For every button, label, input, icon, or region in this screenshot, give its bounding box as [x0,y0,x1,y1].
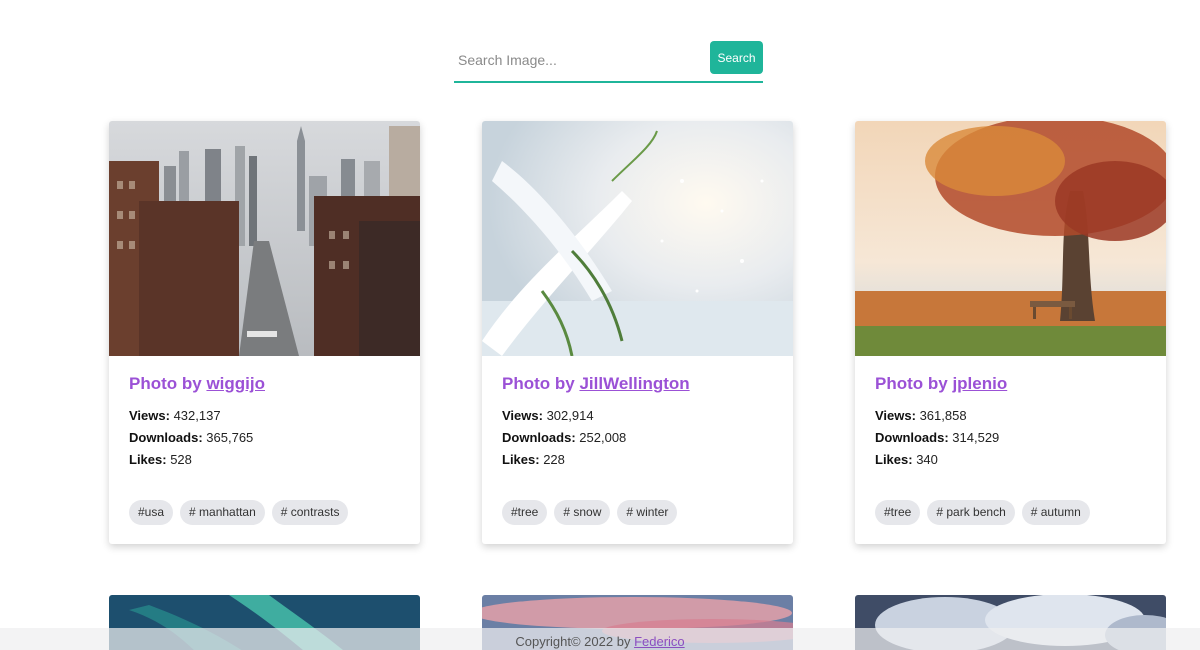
views-value: 361,858 [919,408,967,423]
search-bar: Search [454,40,763,84]
likes-value: 228 [543,452,565,467]
downloads-value: 365,765 [206,430,254,445]
views-stat: Views: 432,137 [129,408,221,423]
downloads-stat: Downloads: 252,008 [502,430,626,445]
views-label: Views: [502,408,543,423]
search-input[interactable] [454,40,704,80]
likes-stat: Likes: 228 [502,452,565,467]
views-value: 432,137 [173,408,221,423]
card-title-prefix: Photo by [129,374,207,393]
views-label: Views: [875,408,916,423]
likes-stat: Likes: 340 [875,452,938,467]
downloads-stat: Downloads: 314,529 [875,430,999,445]
tag-list: #tree # park bench # autumn [875,500,1090,525]
tag[interactable]: # manhattan [180,500,265,525]
footer-text: Copyright© 2022 by [515,634,635,649]
likes-value: 340 [916,452,938,467]
downloads-value: 252,008 [579,430,627,445]
views-value: 302,914 [546,408,594,423]
city-street-photo[interactable] [109,121,420,356]
tag-list: #tree # snow # winter [502,500,678,525]
likes-stat: Likes: 528 [129,452,192,467]
tag[interactable]: #tree [875,500,921,525]
card-title-prefix: Photo by [875,374,953,393]
views-label: Views: [129,408,170,423]
likes-value: 528 [170,452,192,467]
footer-author-link[interactable]: Federico [634,634,685,649]
likes-label: Likes: [502,452,540,467]
image-card: Photo by wiggijo Views: 432,137 Download… [109,121,420,544]
tag-list: #usa # manhattan # contrasts [129,500,349,525]
tag[interactable]: # contrasts [271,500,349,525]
likes-label: Likes: [875,452,913,467]
tag[interactable]: # autumn [1021,500,1090,525]
footer: Copyright© 2022 by Federico [0,628,1200,650]
likes-label: Likes: [129,452,167,467]
search-underline [454,81,763,83]
snowy-branch-photo[interactable] [482,121,793,356]
downloads-value: 314,529 [952,430,1000,445]
downloads-stat: Downloads: 365,765 [129,430,253,445]
tag[interactable]: # winter [617,500,678,525]
author-link[interactable]: jplenio [952,374,1007,393]
tag[interactable]: #tree [502,500,548,525]
views-stat: Views: 361,858 [875,408,967,423]
views-stat: Views: 302,914 [502,408,594,423]
autumn-tree-photo[interactable] [855,121,1166,356]
card-title-prefix: Photo by [502,374,580,393]
search-button[interactable]: Search [710,41,763,74]
downloads-label: Downloads: [502,430,576,445]
author-link[interactable]: wiggijo [206,374,265,393]
image-card: Photo by jplenio Views: 361,858 Download… [855,121,1166,544]
downloads-label: Downloads: [129,430,203,445]
image-card: Photo by JillWellington Views: 302,914 D… [482,121,793,544]
card-title: Photo by jplenio [875,374,1007,394]
downloads-label: Downloads: [875,430,949,445]
tag[interactable]: #usa [129,500,174,525]
tag[interactable]: # snow [554,500,611,525]
card-title: Photo by JillWellington [502,374,690,394]
author-link[interactable]: JillWellington [579,374,689,393]
tag[interactable]: # park bench [927,500,1015,525]
card-title: Photo by wiggijo [129,374,265,394]
